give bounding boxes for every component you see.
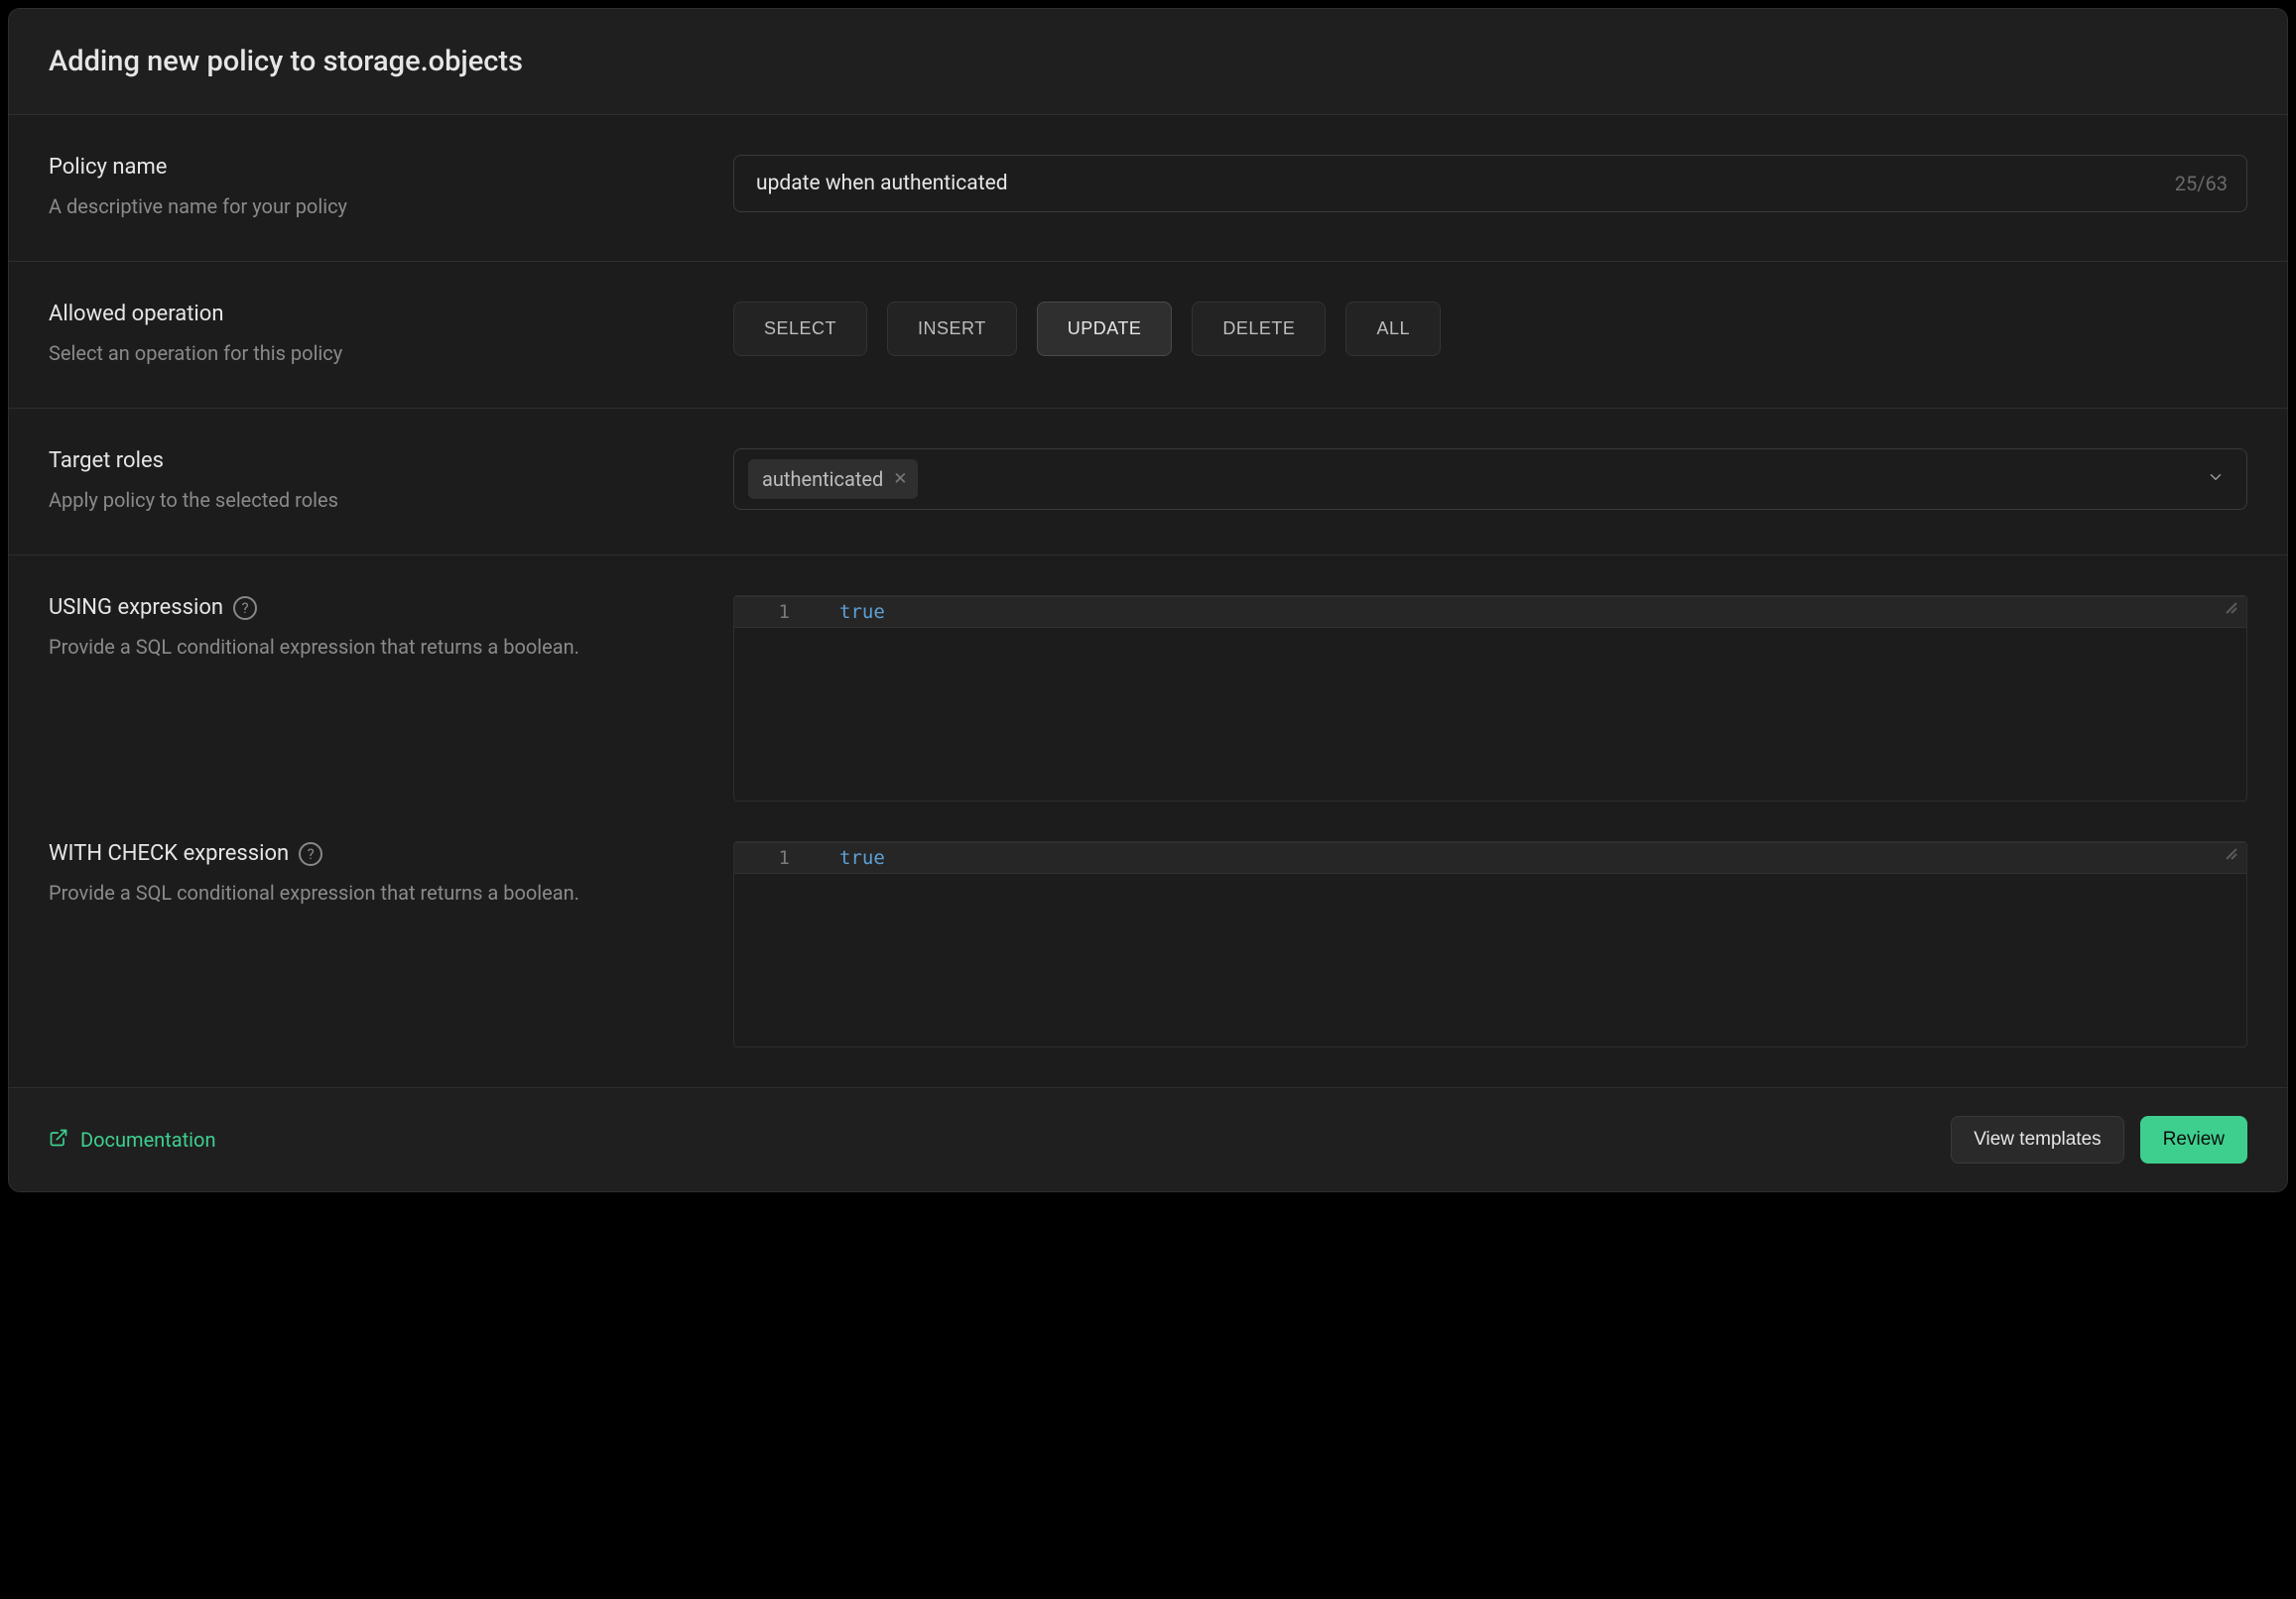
- code-text: true: [804, 601, 885, 623]
- allowed-op-label: Allowed operation: [49, 302, 703, 326]
- policy-editor-panel: Adding new policy to storage.objects Pol…: [8, 8, 2288, 1192]
- role-chip-label: authenticated: [762, 467, 883, 491]
- panel-header: Adding new policy to storage.objects: [9, 9, 2287, 115]
- policy-name-input[interactable]: [733, 155, 2247, 212]
- code-line: 1 true: [734, 842, 2246, 874]
- documentation-label: Documentation: [80, 1128, 216, 1152]
- policy-name-input-wrap: 25/63: [733, 155, 2247, 212]
- code-line: 1 true: [734, 596, 2246, 628]
- policy-name-desc: A descriptive name for your policy: [49, 191, 703, 221]
- target-roles-section: Target roles Apply policy to the selecte…: [9, 409, 2287, 555]
- using-expr-label-text: USING expression: [49, 595, 223, 620]
- help-icon[interactable]: ?: [299, 842, 322, 866]
- role-chip: authenticated ✕: [748, 459, 918, 499]
- operation-insert-button[interactable]: INSERT: [887, 302, 1017, 356]
- resize-handle-icon[interactable]: [2225, 600, 2242, 618]
- allowed-op-desc: Select an operation for this policy: [49, 338, 703, 368]
- using-expr-editor[interactable]: 1 true: [733, 595, 2247, 801]
- using-expr-label: USING expression ?: [49, 595, 703, 620]
- allowed-op-button-group: SELECT INSERT UPDATE DELETE ALL: [733, 302, 2247, 356]
- review-button[interactable]: Review: [2140, 1116, 2247, 1164]
- chevron-down-icon: [2207, 468, 2225, 490]
- allowed-operation-section: Allowed operation Select an operation fo…: [9, 262, 2287, 409]
- panel-footer: Documentation View templates Review: [9, 1087, 2287, 1191]
- target-roles-select[interactable]: authenticated ✕: [733, 448, 2247, 510]
- check-expr-label-text: WITH CHECK expression: [49, 841, 289, 866]
- policy-name-char-count: 25/63: [2175, 172, 2228, 195]
- using-expression-section: USING expression ? Provide a SQL conditi…: [49, 595, 2247, 801]
- target-roles-chips: authenticated ✕: [748, 459, 918, 499]
- operation-all-button[interactable]: ALL: [1345, 302, 1441, 356]
- check-expr-label: WITH CHECK expression ?: [49, 841, 703, 866]
- check-expr-editor[interactable]: 1 true: [733, 841, 2247, 1047]
- expression-sections: USING expression ? Provide a SQL conditi…: [9, 555, 2287, 1047]
- resize-handle-icon[interactable]: [2225, 846, 2242, 864]
- operation-delete-button[interactable]: DELETE: [1192, 302, 1326, 356]
- view-templates-button[interactable]: View templates: [1951, 1116, 2124, 1164]
- policy-name-label: Policy name: [49, 155, 703, 180]
- line-number: 1: [734, 847, 804, 869]
- operation-select-button[interactable]: SELECT: [733, 302, 867, 356]
- using-expr-desc: Provide a SQL conditional expression tha…: [49, 632, 703, 662]
- policy-name-section: Policy name A descriptive name for your …: [9, 115, 2287, 262]
- remove-chip-icon[interactable]: ✕: [893, 469, 907, 489]
- footer-actions: View templates Review: [1951, 1116, 2247, 1164]
- operation-update-button[interactable]: UPDATE: [1037, 302, 1173, 356]
- code-text: true: [804, 847, 885, 869]
- panel-body: Policy name A descriptive name for your …: [9, 115, 2287, 1087]
- line-number: 1: [734, 601, 804, 623]
- target-roles-label: Target roles: [49, 448, 703, 473]
- panel-title: Adding new policy to storage.objects: [49, 45, 2247, 78]
- with-check-expression-section: WITH CHECK expression ? Provide a SQL co…: [49, 841, 2247, 1047]
- documentation-link[interactable]: Documentation: [49, 1128, 216, 1153]
- help-icon[interactable]: ?: [233, 596, 257, 620]
- check-expr-desc: Provide a SQL conditional expression tha…: [49, 878, 703, 908]
- external-link-icon: [49, 1128, 68, 1153]
- target-roles-desc: Apply policy to the selected roles: [49, 485, 703, 515]
